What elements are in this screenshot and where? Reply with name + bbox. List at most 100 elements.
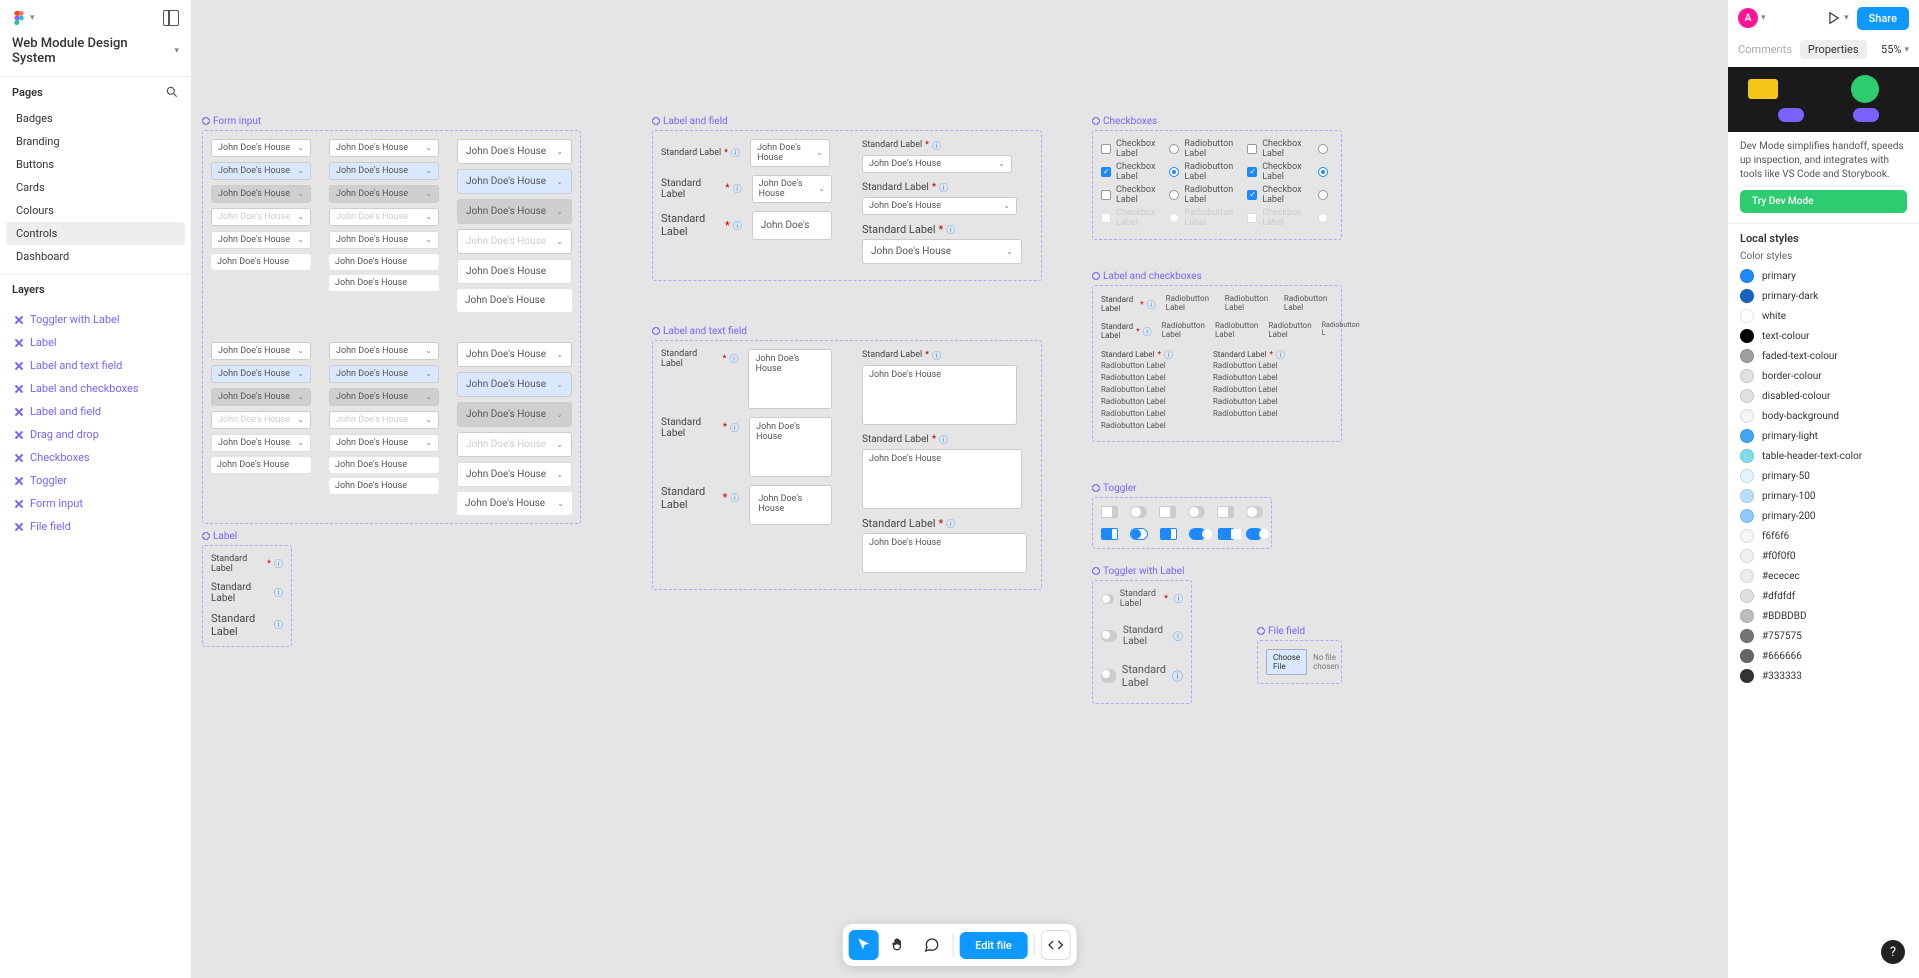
frame-label-latf[interactable]: Label and text field xyxy=(652,326,747,337)
color-style-item[interactable]: #666666 xyxy=(1740,646,1907,666)
color-name: white xyxy=(1762,311,1786,322)
file-title[interactable]: Web Module Design System▾ xyxy=(0,36,191,76)
layer-item[interactable]: Label and text field xyxy=(6,354,185,377)
page-item[interactable]: Buttons xyxy=(6,153,185,176)
color-style-item[interactable]: primary-50 xyxy=(1740,466,1907,486)
frame-lac[interactable]: Standard Label*ⓘ Radiobutton Label Radio… xyxy=(1092,285,1342,442)
frame-checkboxes[interactable]: Checkbox Label Checkbox Label Checkbox L… xyxy=(1092,130,1342,240)
frame-label-file[interactable]: File field xyxy=(1257,626,1305,637)
frame-label-box[interactable]: Standard Label*ⓘ Standard Labelⓘ Standar… xyxy=(202,545,292,647)
page-item[interactable]: Dashboard xyxy=(6,245,185,268)
try-dev-mode-button[interactable]: Try Dev Mode xyxy=(1740,190,1907,213)
color-style-item[interactable]: white xyxy=(1740,306,1907,326)
frame-toggler[interactable] xyxy=(1092,497,1272,549)
frame-latf[interactable]: Standard Label*ⓘJohn Doe's House Standar… xyxy=(652,340,1042,590)
layer-item[interactable]: Label and checkboxes xyxy=(6,377,185,400)
color-style-item[interactable]: primary-light xyxy=(1740,426,1907,446)
color-style-item[interactable]: primary xyxy=(1740,266,1907,286)
frame-label-toggler[interactable]: Toggler xyxy=(1092,483,1137,494)
color-swatch xyxy=(1740,329,1754,343)
layers-list: Toggler with Label Label Label and text … xyxy=(0,304,191,978)
input-hover: John Doe's House⌄ xyxy=(457,169,572,194)
input-default: John Doe's House⌄ xyxy=(457,139,572,164)
input-hover: John Doe's House⌄ xyxy=(329,162,439,180)
page-item[interactable]: Branding xyxy=(6,130,185,153)
avatar[interactable]: A xyxy=(1738,8,1758,28)
color-style-item[interactable]: faded-text-colour xyxy=(1740,346,1907,366)
layer-item[interactable]: Toggler with Label xyxy=(6,308,185,331)
color-style-item[interactable]: #ececec xyxy=(1740,566,1907,586)
color-name: f6f6f6 xyxy=(1762,531,1789,542)
input-hover: John Doe's House⌄ xyxy=(211,162,311,180)
color-style-item[interactable]: #dfdfdf xyxy=(1740,586,1907,606)
layer-item[interactable]: Form input xyxy=(6,492,185,515)
color-style-item[interactable]: text-colour xyxy=(1740,326,1907,346)
dev-mode-button[interactable] xyxy=(1041,930,1071,960)
color-style-item[interactable]: border-colour xyxy=(1740,366,1907,386)
dev-mode-description: Dev Mode simplifies handoff, speeds up i… xyxy=(1728,132,1919,190)
move-tool[interactable] xyxy=(848,930,878,960)
frame-laf[interactable]: Standard Label*ⓘJohn Doe's House⌄ Standa… xyxy=(652,130,1042,281)
checkbox-unchecked: Checkbox Label xyxy=(1101,139,1155,159)
color-style-item[interactable]: primary-dark xyxy=(1740,286,1907,306)
color-swatch xyxy=(1740,629,1754,643)
toggle-square-off xyxy=(1101,506,1118,518)
input-pressed: John Doe's House⌄ xyxy=(457,199,572,224)
layers-header: Layers xyxy=(12,283,45,296)
comment-tool[interactable] xyxy=(916,930,946,960)
color-style-item[interactable]: #757575 xyxy=(1740,626,1907,646)
color-swatch xyxy=(1740,409,1754,423)
hand-tool[interactable] xyxy=(882,930,912,960)
field: John Doe's xyxy=(752,211,832,240)
frame-label-twl[interactable]: Toggler with Label xyxy=(1092,566,1184,577)
search-icon[interactable] xyxy=(165,85,179,99)
page-item[interactable]: Cards xyxy=(6,176,185,199)
page-item[interactable]: Badges xyxy=(6,107,185,130)
frame-form-input[interactable]: John Doe's House⌄ John Doe's House⌄ John… xyxy=(202,130,581,524)
frame-label-laf[interactable]: Label and field xyxy=(652,116,728,127)
page-item[interactable]: Colours xyxy=(6,199,185,222)
checkbox-wide: Checkbox Label Ra xyxy=(1247,185,1333,205)
field: John Doe's House⌄ xyxy=(862,197,1017,215)
radio-label-text: Radiobutton Label xyxy=(1268,321,1311,339)
color-swatch xyxy=(1740,589,1754,603)
layer-item[interactable]: Label and field xyxy=(6,400,185,423)
zoom-dropdown[interactable]: 55%▾ xyxy=(1881,43,1909,56)
input-pressed: John Doe's House⌄ xyxy=(457,402,572,427)
layer-item[interactable]: Label xyxy=(6,331,185,354)
present-button[interactable]: ▾ xyxy=(1827,11,1849,25)
page-item[interactable]: Controls xyxy=(6,222,185,245)
color-style-item[interactable]: #f0f0f0 xyxy=(1740,546,1907,566)
color-style-item[interactable]: #BDBDBD xyxy=(1740,606,1907,626)
share-button[interactable]: Share xyxy=(1857,7,1909,30)
layer-item[interactable]: File field xyxy=(6,515,185,538)
radio-label-text: Radiobutton Label xyxy=(1166,294,1215,312)
color-name: #757575 xyxy=(1762,631,1802,642)
canvas[interactable]: Form input John Doe's House⌄ John Doe's … xyxy=(192,0,1727,978)
frame-file[interactable]: Choose FileNo file chosen xyxy=(1257,640,1342,684)
frame-label-checkboxes[interactable]: Checkboxes xyxy=(1092,116,1157,127)
color-style-item[interactable]: #333333 xyxy=(1740,666,1907,686)
color-style-item[interactable]: primary-200 xyxy=(1740,506,1907,526)
layer-item[interactable]: Toggler xyxy=(6,469,185,492)
color-style-item[interactable]: primary-100 xyxy=(1740,486,1907,506)
toggle-round-on xyxy=(1189,528,1206,540)
color-style-item[interactable]: f6f6f6 xyxy=(1740,526,1907,546)
toggle-sidebar-button[interactable] xyxy=(163,10,179,26)
label: Standard Label*ⓘ xyxy=(661,485,739,511)
tab-properties[interactable]: Properties xyxy=(1800,40,1867,59)
label: Standard Label*ⓘ xyxy=(1213,348,1285,361)
layer-item[interactable]: Checkboxes xyxy=(6,446,185,469)
color-style-item[interactable]: disabled-colour xyxy=(1740,386,1907,406)
figma-menu[interactable]: ▾ xyxy=(12,11,35,25)
frame-label-lac[interactable]: Label and checkboxes xyxy=(1092,271,1202,282)
frame-label-form-input[interactable]: Form input xyxy=(202,116,261,127)
edit-file-button[interactable]: Edit file xyxy=(959,932,1028,959)
tab-comments[interactable]: Comments xyxy=(1738,43,1792,56)
layer-item[interactable]: Drag and drop xyxy=(6,423,185,446)
color-style-item[interactable]: body-background xyxy=(1740,406,1907,426)
help-button[interactable]: ? xyxy=(1881,940,1905,964)
frame-twl[interactable]: Standard Label*ⓘ Standard Labelⓘ Standar… xyxy=(1092,580,1192,704)
color-style-item[interactable]: table-header-text-color xyxy=(1740,446,1907,466)
frame-label-label[interactable]: Label xyxy=(202,531,237,542)
